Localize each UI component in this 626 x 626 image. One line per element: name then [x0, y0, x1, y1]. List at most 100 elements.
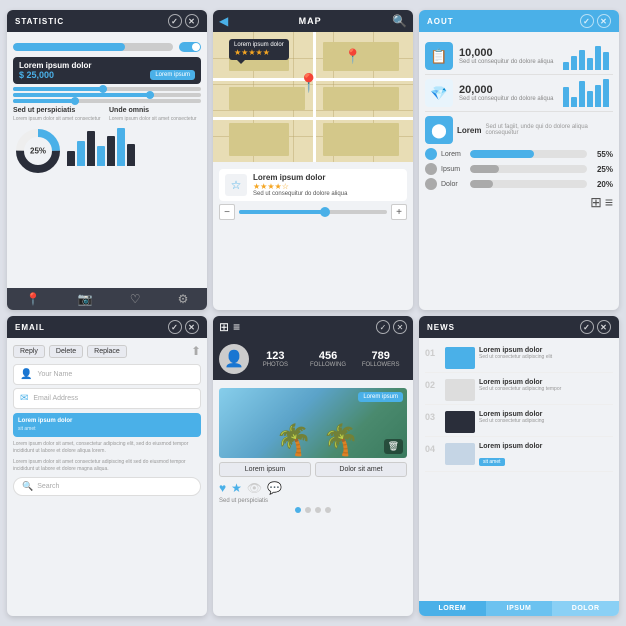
social-action-btns: Lorem ipsum Dolor sit amet — [219, 462, 407, 477]
stat-price-box: Lorem ipsum dolor $ 25,000 Lorem ipsum — [13, 57, 201, 84]
news-title-4: Lorem ipsum dolor — [479, 443, 613, 450]
popup-text: Lorem ipsum dolor — [234, 42, 284, 48]
slider-track-3[interactable] — [13, 99, 201, 103]
social-check-btn[interactable]: ✓ — [376, 320, 390, 334]
stat-bottom-row: 25% — [13, 126, 201, 176]
map-card-star-icon: ☆ — [225, 174, 247, 196]
zoom-minus-btn[interactable]: − — [219, 204, 235, 220]
delete-image-icon[interactable]: 🗑 — [384, 439, 403, 454]
dot-3[interactable] — [315, 507, 321, 513]
zoom-track[interactable] — [239, 210, 387, 214]
reply-button[interactable]: Reply — [13, 345, 45, 358]
abar2-3 — [579, 81, 585, 107]
stat-bottom-section: Sed ut perspiciatis Lorem ipsum dolor si… — [13, 107, 201, 176]
bar-7 — [127, 144, 135, 166]
fill-dolor — [470, 180, 493, 188]
email-body: Reply Delete Replace ⬆ 👤 Your Name ✉ Ema… — [7, 338, 207, 616]
lorem-ipsum-btn[interactable]: Lorem ipsum — [219, 462, 311, 477]
news-content-1: Lorem ipsum dolor Sed ut consectetur adi… — [479, 347, 613, 361]
dolor-footer-btn[interactable]: DOLOR — [552, 601, 619, 616]
toggle-switch[interactable] — [179, 42, 201, 52]
replace-button[interactable]: Replace — [87, 345, 127, 358]
bar-2 — [77, 141, 85, 166]
map-search-icon[interactable]: 🔍 — [392, 14, 407, 28]
about-num-1: 10,000 — [459, 47, 557, 59]
abar2-5 — [595, 85, 601, 107]
track-dolor — [470, 180, 587, 188]
following-label: FOLLOWING — [302, 362, 355, 368]
zoom-plus-btn[interactable]: + — [391, 204, 407, 220]
location-icon[interactable]: 📍 — [26, 292, 41, 306]
map-widget: ◀ MAP 🔍 Lorem i — [213, 10, 413, 310]
about-circle-icon: ⬤ — [425, 116, 453, 144]
followers-num: 789 — [354, 350, 407, 362]
news-item-1: 01 Lorem ipsum dolor Sed ut consectetur … — [425, 344, 613, 373]
news-content-4: Lorem ipsum dolor sit amet — [479, 443, 613, 468]
star-action-icon[interactable]: ★ — [231, 481, 242, 495]
about-body: 📋 10,000 Sed ut consequitur do dolore al… — [419, 32, 619, 310]
name-placeholder: Your Name — [37, 371, 72, 378]
dot-2[interactable] — [305, 507, 311, 513]
stat-lorem-btn[interactable]: Lorem ipsum — [150, 70, 195, 80]
map-pin-small: 📍 — [344, 48, 361, 65]
about-view-icons: ⊞ ≡ — [425, 194, 613, 211]
statistic-close-btn[interactable]: ✕ — [185, 14, 199, 28]
map-card: ☆ Lorem ipsum dolor ★★★★☆ Sed ut consequ… — [219, 169, 407, 201]
heart-action-icon[interactable]: ♥ — [219, 481, 226, 495]
label-dolor: Dolor — [441, 181, 466, 188]
delete-button[interactable]: Delete — [49, 345, 83, 358]
email-name-field[interactable]: 👤 Your Name — [13, 364, 201, 385]
email-body-sub: sit amet — [18, 426, 196, 432]
map-stars-1: ★★★★★ — [234, 48, 284, 57]
map-card-stars: ★★★★☆ — [253, 182, 347, 191]
slider-track-1[interactable] — [13, 87, 201, 91]
news-close-btn[interactable]: ✕ — [597, 320, 611, 334]
about-close-btn[interactable]: ✕ — [597, 14, 611, 28]
grid-view-icon[interactable]: ⊞ — [590, 194, 602, 211]
social-close-btn[interactable]: ✕ — [393, 320, 407, 334]
list-view-icon[interactable]: ≡ — [605, 194, 613, 211]
email-check-btn[interactable]: ✓ — [168, 320, 182, 334]
about-check-btn[interactable]: ✓ — [580, 14, 594, 28]
map-bottom: ☆ Lorem ipsum dolor ★★★★☆ Sed ut consequ… — [213, 162, 413, 227]
road-v-1 — [313, 32, 316, 162]
ipsum-footer-btn[interactable]: IPSUM — [486, 601, 553, 616]
about-header: Aout ✓ ✕ — [419, 10, 619, 32]
slider-fill-1 — [13, 87, 107, 91]
map-zoom-control: − + — [219, 204, 407, 220]
lorem-footer-btn[interactable]: LOREM — [419, 601, 486, 616]
grid-icon[interactable]: ⊞ — [219, 320, 229, 334]
email-address-field[interactable]: ✉ Email Address — [13, 388, 201, 409]
comment-action-icon[interactable]: 💬 — [267, 481, 282, 495]
slider-track-2[interactable] — [13, 93, 201, 97]
stat-icon-row: 📍 📷 ♡ ⚙ — [7, 288, 207, 310]
email-controls: ✓ ✕ — [168, 320, 199, 334]
list-icon[interactable]: ≡ — [233, 320, 240, 334]
email-upload-icon[interactable]: ⬆ — [191, 344, 201, 358]
about-row-2: 💎 20,000 Sed ut consequitur do dolore al… — [425, 75, 613, 112]
fill-ipsum — [470, 165, 499, 173]
stat-text-cols: Sed ut perspiciatis Lorem ipsum dolor si… — [13, 107, 201, 176]
dot-1[interactable] — [295, 507, 301, 513]
photos-stat: 123 PHOTOS — [249, 350, 302, 368]
social-body: 🌴 🌴 Lorem ipsum 🗑 Lorem ipsum Dolor sit … — [213, 380, 413, 616]
send-button[interactable]: Lorem ipsum — [358, 392, 403, 402]
dot-4[interactable] — [325, 507, 331, 513]
heart-icon[interactable]: ♡ — [130, 292, 141, 306]
stat-labels-row: Sed ut perspiciatis Lorem ipsum dolor si… — [13, 107, 201, 122]
email-close-btn[interactable]: ✕ — [185, 320, 199, 334]
news-check-btn[interactable]: ✓ — [580, 320, 594, 334]
eye-action-icon[interactable]: 👁 — [247, 481, 262, 495]
gear-icon[interactable]: ⚙ — [178, 292, 189, 306]
profile-stats: 👤 123 PHOTOS 456 FOLLOWING 789 FOLLOWERS — [213, 338, 413, 380]
news-widget: NEWS ✓ ✕ 01 Lorem ipsum dolor Sed ut con… — [419, 316, 619, 616]
statistic-check-btn[interactable]: ✓ — [168, 14, 182, 28]
map-back-icon[interactable]: ◀ — [219, 14, 228, 28]
dolor-sit-btn[interactable]: Dolor sit amet — [315, 462, 407, 477]
map-area[interactable]: Lorem ipsum dolor ★★★★★ 📍 📍 — [213, 32, 413, 162]
social-icons-row: ♥ ★ 👁 💬 — [219, 481, 407, 495]
camera-icon[interactable]: 📷 — [78, 292, 93, 306]
circle-ipsum — [425, 163, 437, 175]
about-lorem-label: Lorem — [457, 126, 481, 135]
email-search-bar[interactable]: 🔍 Search — [13, 477, 201, 496]
